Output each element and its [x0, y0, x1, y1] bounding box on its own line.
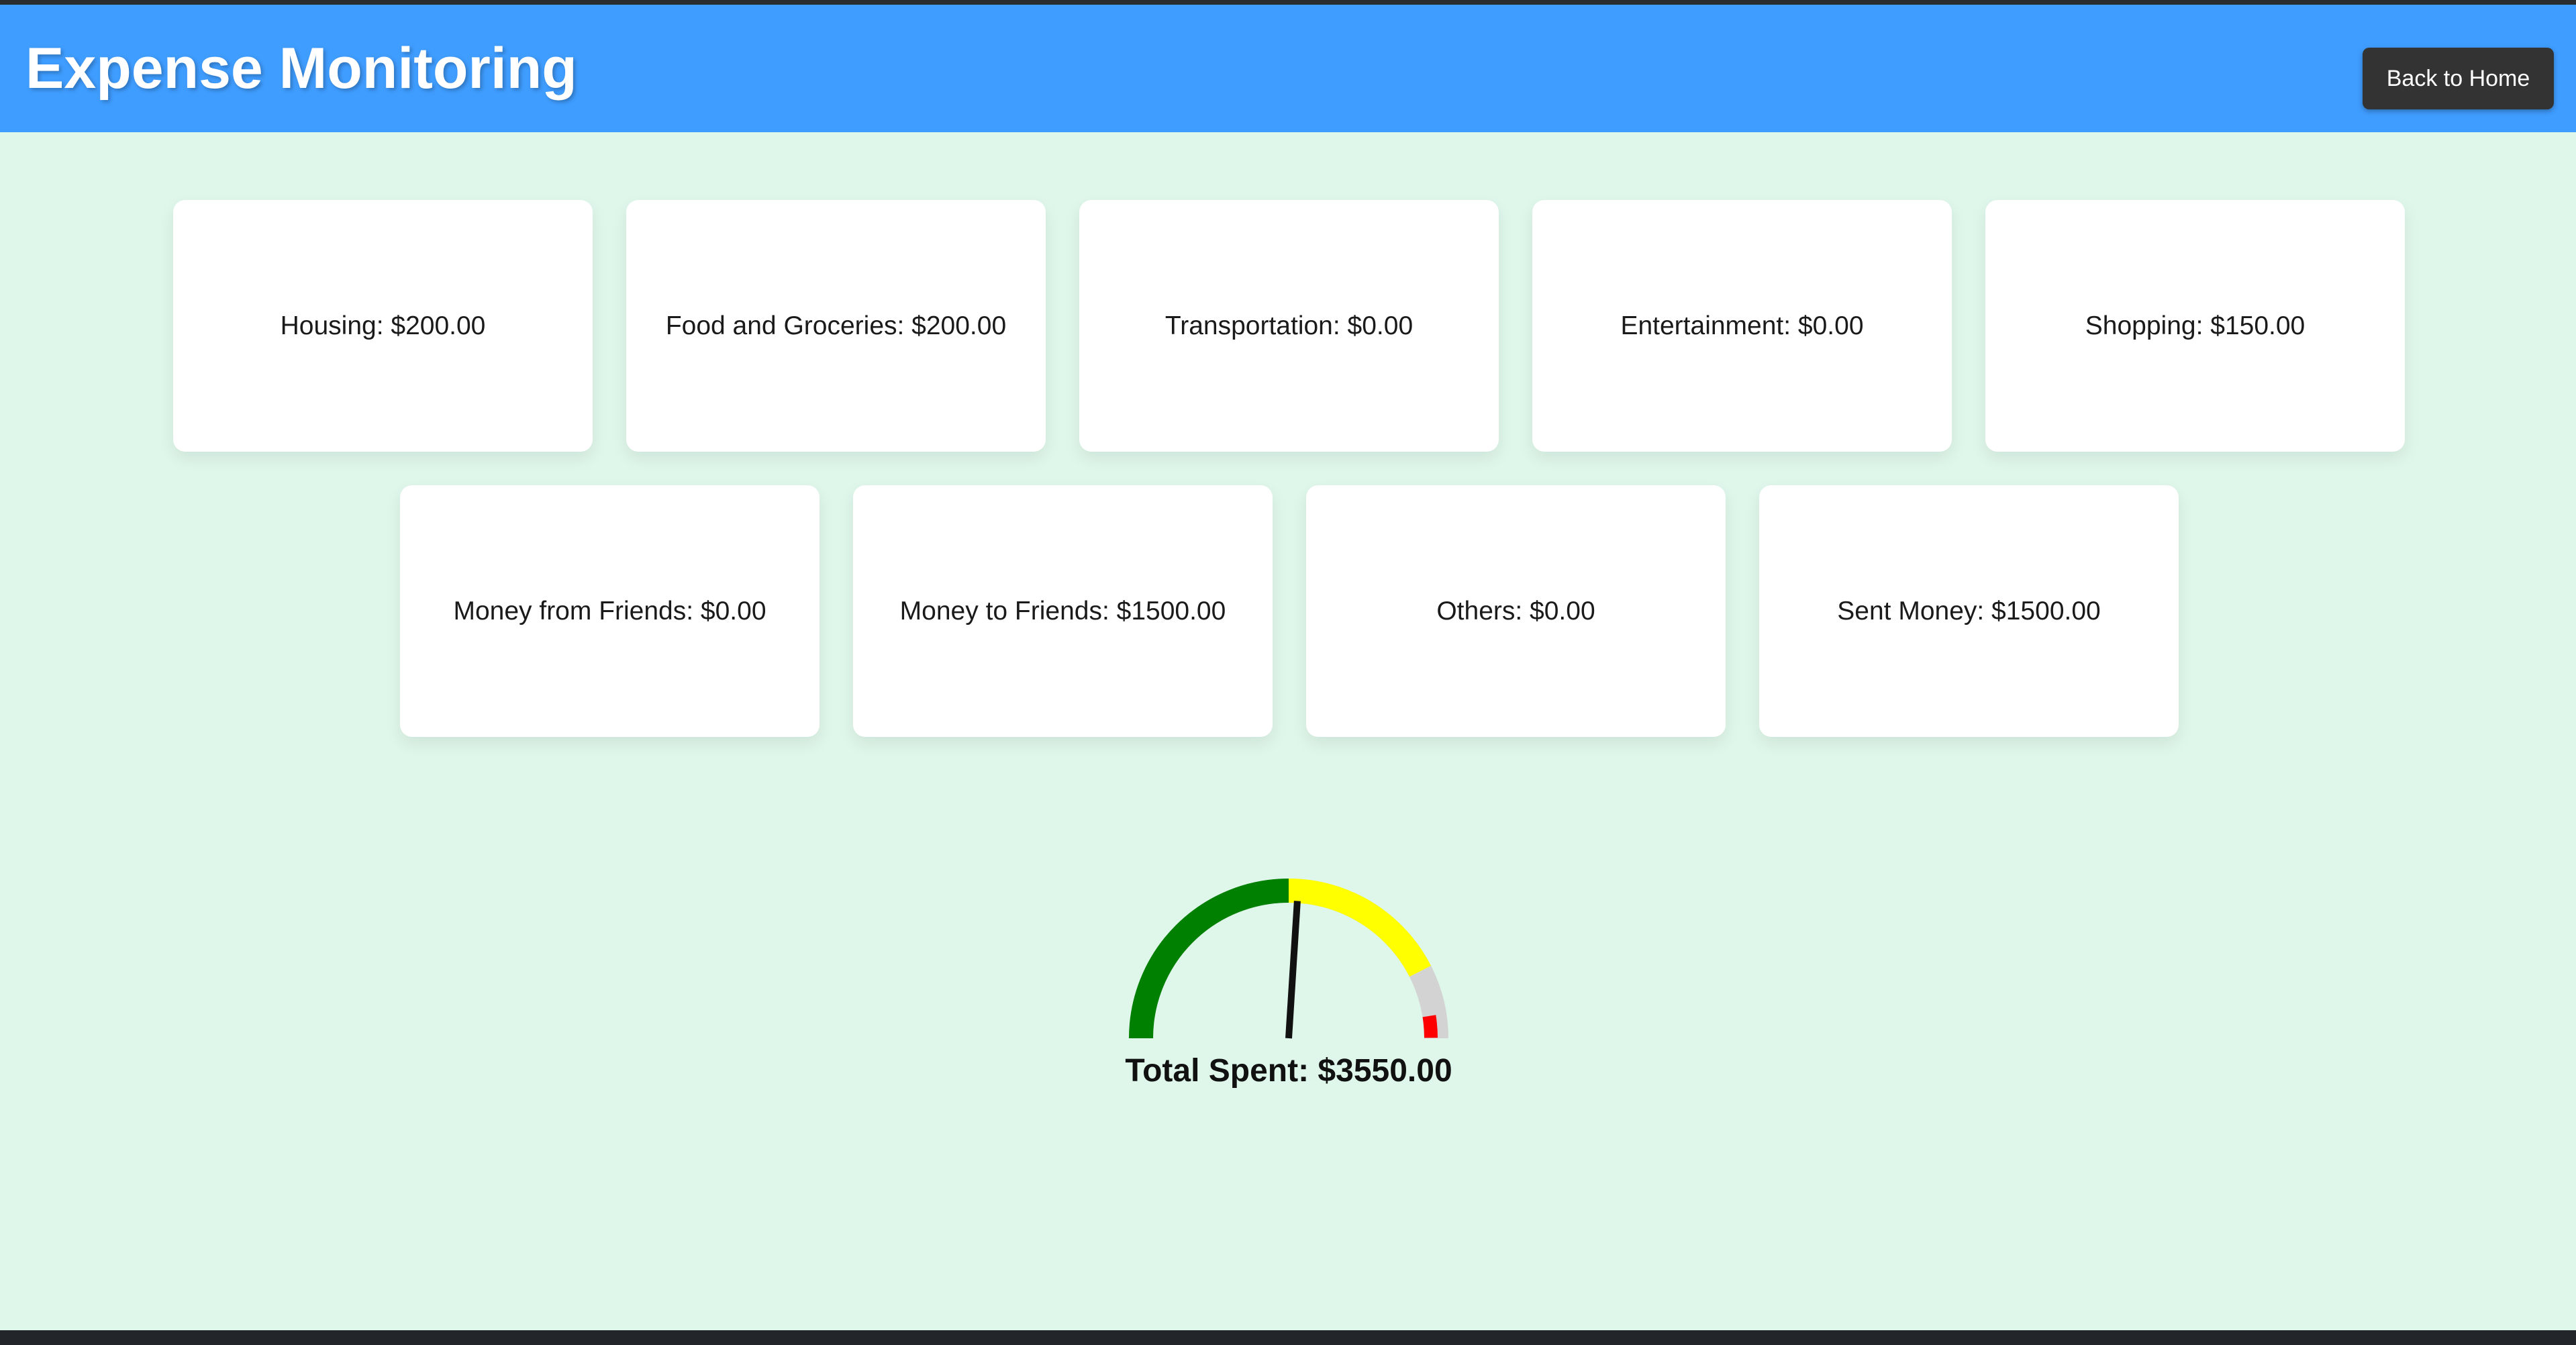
category-label: Food and Groceries: $200.00	[665, 311, 1007, 340]
category-card-food-and-groceries: Food and Groceries: $200.00	[626, 200, 1046, 452]
category-card-sent-money: Sent Money: $1500.00	[1759, 485, 2179, 737]
gauge-yellow-segment	[1288, 879, 1432, 977]
gauge-needle	[1285, 901, 1301, 1039]
category-card-shopping: Shopping: $150.00	[1985, 200, 2405, 452]
category-label: Money to Friends: $1500.00	[899, 596, 1226, 626]
gauge-red-segment	[1422, 1015, 1438, 1038]
category-label: Transportation: $0.00	[1165, 311, 1414, 340]
category-label: Money from Friends: $0.00	[453, 596, 766, 626]
category-card-transportation: Transportation: $0.00	[1079, 200, 1499, 452]
category-card-money-to-friends: Money to Friends: $1500.00	[853, 485, 1273, 737]
spending-gauge	[1121, 873, 1456, 1047]
category-label: Entertainment: $0.00	[1620, 311, 1864, 340]
category-label: Shopping: $150.00	[2085, 311, 2306, 340]
gauge-svg	[1129, 879, 1448, 1039]
expense-dashboard: Housing: $200.00 Food and Groceries: $20…	[0, 132, 2576, 1330]
category-label: Sent Money: $1500.00	[1837, 596, 2101, 626]
total-spent-label: Total Spent: $3550.00	[1125, 1053, 1452, 1089]
app-header: Expense Monitoring Back to Home	[0, 5, 2576, 132]
category-card-entertainment: Entertainment: $0.00	[1532, 200, 1952, 452]
page-title: Expense Monitoring	[26, 36, 577, 101]
window-top-border	[0, 0, 2576, 5]
category-label: Others: $0.00	[1436, 596, 1595, 626]
gauge-green-segment	[1129, 879, 1289, 1039]
category-card-others: Others: $0.00	[1306, 485, 1726, 737]
window-bottom-border	[0, 1330, 2576, 1345]
back-to-home-button[interactable]: Back to Home	[2363, 48, 2554, 109]
category-label: Housing: $200.00	[280, 311, 486, 340]
category-card-money-from-friends: Money from Friends: $0.00	[400, 485, 820, 737]
category-card-housing: Housing: $200.00	[173, 200, 593, 452]
